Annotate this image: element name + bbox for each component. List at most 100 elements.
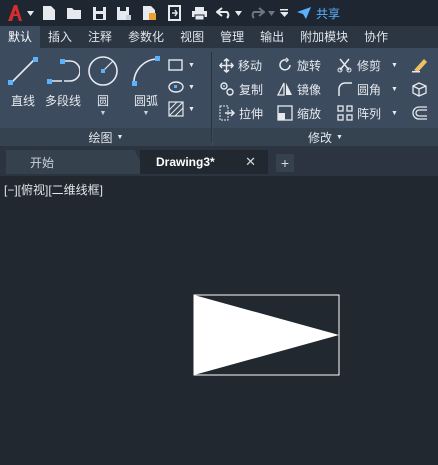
stretch-tool-button[interactable]: 拉伸 xyxy=(219,102,263,124)
hatch-icon xyxy=(168,101,184,117)
app-menu-caret-icon[interactable] xyxy=(26,3,34,23)
array-dropdown-icon[interactable]: ▼ xyxy=(391,110,398,117)
scale-tool-button[interactable]: 缩放 xyxy=(277,102,321,124)
move-icon xyxy=(219,57,234,73)
arc-icon xyxy=(129,54,163,88)
offset-tool-button[interactable] xyxy=(411,102,429,124)
tab-output[interactable]: 输出 xyxy=(252,26,292,48)
erase-tool-button[interactable] xyxy=(411,54,429,76)
new-tab-button[interactable]: + xyxy=(276,154,294,172)
web-mobile-icon[interactable] xyxy=(139,3,159,23)
publish-icon[interactable] xyxy=(164,3,184,23)
modify-panel-footer[interactable]: 修改 ▼ xyxy=(213,128,438,146)
draw-panel: 直线 多段线 圆 ▼ 圆弧 ▼ ▼ ▼ ▼ 绘图 ▼ xyxy=(0,48,212,146)
copy-label: 复制 xyxy=(239,82,264,97)
open-folder-icon[interactable] xyxy=(64,3,84,23)
trim-tool-button[interactable]: 修剪 ▼ xyxy=(337,54,398,76)
undo-dropdown-icon[interactable] xyxy=(234,3,242,23)
modify-panel-expand-icon: ▼ xyxy=(336,133,343,141)
mirror-tool-button[interactable]: 镜像 xyxy=(277,78,321,100)
ellipse-dropdown-icon[interactable]: ▼ xyxy=(188,84,195,91)
hatch-dropdown-icon[interactable]: ▼ xyxy=(188,106,195,113)
new-file-icon[interactable] xyxy=(39,3,59,23)
share-label: 共享 xyxy=(316,6,341,21)
tab-parametric[interactable]: 参数化 xyxy=(120,26,172,48)
tab-insert[interactable]: 插入 xyxy=(40,26,80,48)
rectangle-tool-button[interactable]: ▼ xyxy=(168,54,208,76)
triangle-solid-entity[interactable] xyxy=(194,295,339,375)
tab-start[interactable]: 开始 xyxy=(6,150,146,174)
redo-dropdown-icon[interactable] xyxy=(267,3,275,23)
tab-start-label: 开始 xyxy=(30,155,55,170)
line-tool-button[interactable]: 直线 xyxy=(3,54,43,109)
draw-panel-expand-icon: ▼ xyxy=(116,133,124,141)
tab-addins[interactable]: 附加模块 xyxy=(292,26,356,48)
rectangle-icon xyxy=(168,59,183,71)
polyline-tool-button[interactable]: 多段线 xyxy=(43,54,83,109)
save-as-icon[interactable] xyxy=(114,3,134,23)
copy-icon xyxy=(220,82,234,96)
circle-dropdown-icon[interactable]: ▼ xyxy=(100,110,107,117)
draw-small-tools: ▼ ▼ ▼ xyxy=(168,54,208,120)
ellipse-icon xyxy=(168,81,184,93)
drawing-canvas xyxy=(193,294,340,376)
arc-dropdown-icon[interactable]: ▼ xyxy=(143,110,150,117)
plot-printer-icon[interactable] xyxy=(189,3,209,23)
line-tool-label: 直线 xyxy=(10,94,35,108)
mirror-icon xyxy=(277,82,292,96)
polyline-tool-label: 多段线 xyxy=(44,94,81,108)
array-tool-button[interactable]: 阵列 ▼ xyxy=(337,102,398,124)
offset-icon xyxy=(412,106,427,120)
stretch-icon xyxy=(219,105,235,121)
circle-tool-button[interactable]: 圆 ▼ xyxy=(83,54,123,117)
tab-default[interactable]: 默认 xyxy=(0,26,41,48)
explode-icon xyxy=(412,82,427,97)
rotate-label: 旋转 xyxy=(297,58,322,73)
line-icon xyxy=(6,54,40,88)
copy-tool-button[interactable]: 复制 xyxy=(219,78,263,100)
eraser-icon xyxy=(412,59,427,73)
share-button[interactable]: 共享 xyxy=(296,5,340,22)
customize-qat-icon[interactable] xyxy=(280,3,288,23)
draw-panel-title: 绘图 xyxy=(88,130,113,145)
explode-tool-button[interactable] xyxy=(411,78,428,100)
fillet-icon xyxy=(338,82,352,96)
polyline-icon xyxy=(46,54,80,88)
arc-tool-button[interactable]: 圆弧 ▼ xyxy=(126,54,166,117)
trim-dropdown-icon[interactable]: ▼ xyxy=(391,62,398,69)
drawing-viewport[interactable]: [−][俯视][二维线框] xyxy=(0,176,438,465)
move-label: 移动 xyxy=(238,58,263,73)
rotate-tool-button[interactable]: 旋转 xyxy=(277,54,321,76)
ribbon: 直线 多段线 圆 ▼ 圆弧 ▼ ▼ ▼ ▼ 绘图 ▼ 移动 旋转 修剪 ▼ 复制… xyxy=(0,48,438,146)
app-logo-icon[interactable] xyxy=(4,2,26,24)
circle-tool-label: 圆 xyxy=(96,94,109,108)
rotate-icon xyxy=(279,57,291,71)
scale-label: 缩放 xyxy=(297,106,322,121)
rectangle-dropdown-icon[interactable]: ▼ xyxy=(188,62,195,69)
fillet-tool-button[interactable]: 圆角 ▼ xyxy=(337,78,398,100)
tab-drawing3[interactable]: Drawing3* ✕ xyxy=(140,150,268,174)
tab-collaborate[interactable]: 协作 xyxy=(356,26,396,48)
tab-annotate[interactable]: 注释 xyxy=(80,26,120,48)
hatch-tool-button[interactable]: ▼ xyxy=(168,98,208,120)
quick-access-toolbar: 共享 xyxy=(0,0,438,26)
scale-icon xyxy=(277,105,293,121)
send-icon xyxy=(297,7,311,19)
array-label: 阵列 xyxy=(357,106,382,121)
panel-divider xyxy=(211,52,212,142)
tab-manage[interactable]: 管理 xyxy=(212,26,252,48)
undo-icon[interactable] xyxy=(214,3,234,23)
tab-drawing3-label: Drawing3* xyxy=(156,155,215,169)
save-icon[interactable] xyxy=(89,3,109,23)
draw-panel-footer[interactable]: 绘图 ▼ xyxy=(0,128,212,146)
move-tool-button[interactable]: 移动 xyxy=(219,54,262,76)
fillet-dropdown-icon[interactable]: ▼ xyxy=(391,86,398,93)
ribbon-tabs: 默认 插入 注释 参数化 视图 管理 输出 附加模块 协作 xyxy=(0,26,438,48)
tab-view[interactable]: 视图 xyxy=(172,26,212,48)
close-tab-icon[interactable]: ✕ xyxy=(245,154,256,170)
trim-label: 修剪 xyxy=(357,58,382,73)
ellipse-tool-button[interactable]: ▼ xyxy=(168,76,208,98)
redo-icon[interactable] xyxy=(247,3,267,23)
document-tabs: 开始 Drawing3* ✕ + xyxy=(0,146,438,176)
stretch-label: 拉伸 xyxy=(239,106,264,121)
